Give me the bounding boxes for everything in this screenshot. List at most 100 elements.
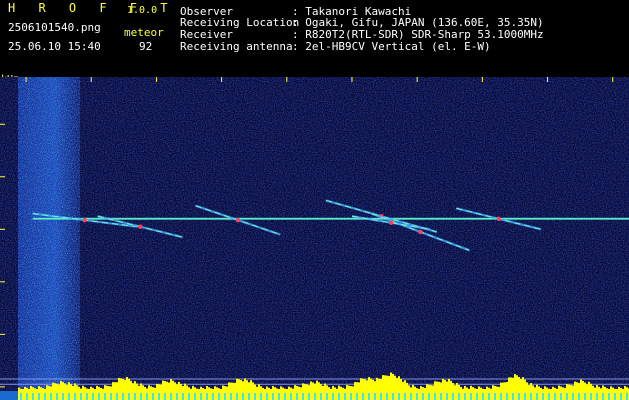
activity-bar xyxy=(490,388,492,400)
activity-bar xyxy=(24,386,26,400)
activity-bar xyxy=(118,377,120,400)
activity-bar xyxy=(336,388,338,400)
activity-bar xyxy=(340,386,342,400)
baseline-tick xyxy=(98,393,100,400)
antenna-value: : 2el-HB9CV Vertical (el. E-W) xyxy=(292,40,491,53)
startup-noise-texture xyxy=(18,77,80,400)
activity-bar xyxy=(70,384,72,400)
baseline-tick xyxy=(140,393,142,400)
activity-bar xyxy=(454,385,456,400)
activity-bar xyxy=(468,388,470,400)
activity-bar xyxy=(180,383,182,400)
baseline-tick xyxy=(326,393,328,400)
baseline-tick xyxy=(356,393,358,400)
baseline-tick xyxy=(380,393,382,400)
activity-bar xyxy=(120,378,122,400)
activity-bar xyxy=(424,387,426,400)
activity-bar xyxy=(396,377,398,400)
baseline-tick xyxy=(476,393,478,400)
activity-bar xyxy=(448,378,450,400)
activity-bar xyxy=(238,379,240,400)
activity-bar xyxy=(156,383,158,400)
activity-bar xyxy=(132,383,134,400)
activity-bar xyxy=(66,384,68,400)
app-version: 1.0.0 xyxy=(127,5,158,16)
activity-bar xyxy=(18,387,20,400)
activity-bar xyxy=(366,380,368,400)
activity-bar xyxy=(168,382,170,400)
baseline-tick xyxy=(608,393,610,400)
activity-bar xyxy=(606,388,608,400)
activity-bar xyxy=(94,389,96,400)
baseline-tick xyxy=(518,393,520,400)
plot-noise xyxy=(0,77,629,400)
activity-bar xyxy=(148,385,150,400)
activity-bar xyxy=(28,389,30,400)
baseline-tick xyxy=(344,393,346,400)
activity-bar xyxy=(204,389,206,400)
baseline-tick xyxy=(260,393,262,400)
activity-bar xyxy=(352,386,354,400)
baseline-tick xyxy=(20,393,22,400)
activity-bar xyxy=(78,386,80,400)
baseline-tick xyxy=(506,393,508,400)
activity-bar xyxy=(150,386,152,400)
activity-bar xyxy=(142,385,144,400)
baseline-tick xyxy=(116,393,118,400)
baseline-tick xyxy=(398,393,400,400)
activity-bar xyxy=(330,388,332,400)
activity-bar xyxy=(294,385,296,400)
activity-bar xyxy=(508,377,510,400)
activity-bar xyxy=(162,380,164,400)
baseline-tick xyxy=(596,393,598,400)
activity-bar xyxy=(34,388,36,400)
activity-bar xyxy=(226,386,228,400)
activity-bar xyxy=(514,374,516,400)
baseline-tick xyxy=(176,393,178,400)
activity-bar xyxy=(144,386,146,400)
activity-bar xyxy=(114,382,116,400)
activity-bar xyxy=(384,375,386,400)
activity-bar xyxy=(316,380,318,400)
activity-bar xyxy=(408,385,410,400)
activity-bar xyxy=(54,383,56,400)
activity-bar xyxy=(270,389,272,400)
baseline-tick xyxy=(50,393,52,400)
activity-bar xyxy=(622,389,624,400)
activity-bar xyxy=(90,386,92,400)
activity-bar xyxy=(618,386,620,400)
baseline-tick xyxy=(404,393,406,400)
baseline-tick xyxy=(554,393,556,400)
activity-bar xyxy=(48,385,50,400)
meteor-echo-peak xyxy=(388,220,394,225)
activity-bar xyxy=(438,381,440,400)
baseline-tick xyxy=(86,393,88,400)
baseline-tick xyxy=(80,393,82,400)
activity-bar xyxy=(498,386,500,400)
activity-bar xyxy=(178,381,180,400)
activity-bar xyxy=(198,389,200,400)
activity-bar xyxy=(502,382,504,400)
baseline-tick xyxy=(488,393,490,400)
activity-bar xyxy=(300,387,302,400)
activity-bar xyxy=(580,379,582,400)
datetime: 25.06.10 15:40 xyxy=(8,40,101,53)
baseline-tick xyxy=(512,393,514,400)
activity-bar xyxy=(136,383,138,400)
activity-bar xyxy=(616,389,618,400)
mode-label: meteor xyxy=(124,26,164,39)
activity-bar xyxy=(538,386,540,400)
baseline-tick xyxy=(128,393,130,400)
activity-bar xyxy=(520,379,522,400)
baseline-tick xyxy=(386,393,388,400)
activity-bar xyxy=(22,389,24,400)
activity-bar xyxy=(450,380,452,400)
activity-bar xyxy=(540,387,542,400)
baseline-tick xyxy=(170,393,172,400)
activity-bar xyxy=(360,378,362,400)
activity-bar xyxy=(382,375,384,400)
activity-bar xyxy=(30,386,32,400)
activity-bar xyxy=(64,383,66,400)
activity-bar xyxy=(216,387,218,400)
activity-bar xyxy=(190,388,192,400)
